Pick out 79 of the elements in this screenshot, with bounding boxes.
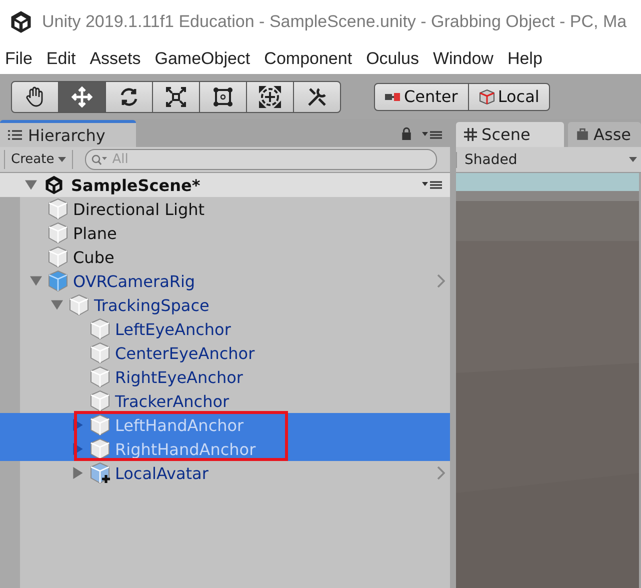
object-name: LeftEyeAnchor bbox=[115, 320, 231, 338]
menu-item[interactable]: Help bbox=[507, 49, 542, 69]
scale-tool-button[interactable] bbox=[152, 80, 200, 113]
rect-tool-button[interactable] bbox=[199, 80, 247, 113]
panel-tab[interactable]: Asse bbox=[568, 122, 641, 147]
hierarchy-row[interactable]: RightEyeAnchor bbox=[0, 365, 450, 389]
tab-label: Scene bbox=[482, 125, 530, 144]
search-icon bbox=[91, 154, 110, 166]
unity-logo-icon bbox=[43, 174, 65, 196]
menu-item[interactable]: File bbox=[5, 49, 32, 69]
object-name: LeftHandAnchor bbox=[115, 416, 244, 434]
hierarchy-row[interactable]: Directional Light bbox=[0, 197, 450, 221]
transform-icon bbox=[258, 84, 282, 109]
object-name: Directional Light bbox=[73, 200, 205, 218]
object-name: RightHandAnchor bbox=[115, 440, 256, 458]
rotate-tool-button[interactable] bbox=[105, 80, 153, 113]
hierarchy-row[interactable]: Plane bbox=[0, 221, 450, 245]
panel-tab[interactable]: Scene bbox=[456, 122, 564, 147]
menu-item[interactable]: Window bbox=[432, 49, 494, 69]
object-name: TrackingSpace bbox=[94, 296, 210, 314]
menu-item[interactable]: Edit bbox=[46, 49, 76, 69]
expand-arrow-icon[interactable] bbox=[30, 275, 42, 287]
hierarchy-row[interactable]: TrackerAnchor bbox=[0, 389, 450, 413]
object-name: Cube bbox=[73, 248, 114, 266]
expand-arrow-icon[interactable] bbox=[51, 299, 63, 311]
window-title: Unity 2019.1.11f1 Education - SampleScene.unity - Grabbing Object - PC, Ma bbox=[42, 12, 627, 32]
pivot-icon bbox=[385, 92, 401, 102]
object-name: CenterEyeAnchor bbox=[115, 344, 255, 362]
object-name: OVRCameraRig bbox=[73, 272, 196, 290]
hierarchy-row[interactable]: OVRCameraRig bbox=[0, 269, 450, 293]
pivot-center-button[interactable]: Center bbox=[374, 82, 469, 111]
cube-icon bbox=[90, 390, 110, 412]
hierarchy-row[interactable]: CenterEyeAnchor bbox=[0, 341, 450, 365]
object-name: TrackerAnchor bbox=[115, 392, 230, 410]
scale-icon bbox=[164, 84, 188, 109]
list-icon bbox=[8, 130, 22, 140]
move-tool-button[interactable] bbox=[58, 80, 106, 113]
pivot-local-button[interactable]: Local bbox=[468, 82, 550, 111]
hierarchy-tab[interactable]: Hierarchy bbox=[0, 120, 136, 147]
hierarchy-row[interactable]: LocalAvatar bbox=[0, 461, 450, 485]
cube-icon bbox=[90, 438, 110, 460]
panel-menu-icon[interactable] bbox=[422, 180, 442, 190]
expand-arrow-icon[interactable] bbox=[72, 467, 84, 479]
cube-icon bbox=[48, 246, 68, 268]
briefcase-icon bbox=[576, 128, 589, 141]
grid-icon bbox=[464, 128, 477, 141]
tab-label: Hierarchy bbox=[28, 126, 106, 144]
cube-icon bbox=[90, 318, 110, 340]
cube-icon bbox=[69, 294, 89, 316]
hierarchy-row[interactable]: LeftEyeAnchor bbox=[0, 317, 450, 341]
caret-icon bbox=[58, 157, 66, 162]
transform-tool-button[interactable] bbox=[246, 80, 294, 113]
lock-icon[interactable] bbox=[400, 127, 412, 140]
caret-icon bbox=[629, 157, 637, 162]
object-name: LocalAvatar bbox=[115, 464, 208, 482]
cube-icon bbox=[90, 342, 110, 364]
cube-icon bbox=[48, 222, 68, 244]
search-field[interactable]: All bbox=[85, 149, 438, 170]
panel-menu-icon[interactable] bbox=[422, 130, 442, 140]
custom-tool-button[interactable] bbox=[293, 80, 341, 113]
menu-item[interactable]: Oculus bbox=[366, 49, 419, 69]
tab-label: Asse bbox=[594, 125, 631, 144]
hand-tool-button[interactable] bbox=[11, 80, 59, 113]
cube-icon bbox=[90, 366, 110, 388]
move-icon bbox=[70, 84, 94, 109]
cube-icon bbox=[478, 88, 495, 105]
menu-item[interactable]: Component bbox=[264, 49, 352, 69]
object-name: Plane bbox=[73, 224, 117, 242]
rect-icon bbox=[211, 84, 235, 109]
expand-arrow-icon[interactable] bbox=[25, 179, 37, 191]
cube-icon bbox=[90, 414, 110, 436]
cube-plus-icon bbox=[90, 462, 110, 484]
menu-item[interactable]: GameObject bbox=[154, 49, 250, 69]
menu-item[interactable]: Assets bbox=[90, 49, 141, 69]
hierarchy-row[interactable]: Cube bbox=[0, 245, 450, 269]
object-name: RightEyeAnchor bbox=[115, 368, 243, 386]
cube-icon bbox=[48, 270, 68, 292]
create-dropdown[interactable]: Create bbox=[4, 150, 74, 169]
hierarchy-row[interactable]: TrackingSpace bbox=[0, 293, 450, 317]
